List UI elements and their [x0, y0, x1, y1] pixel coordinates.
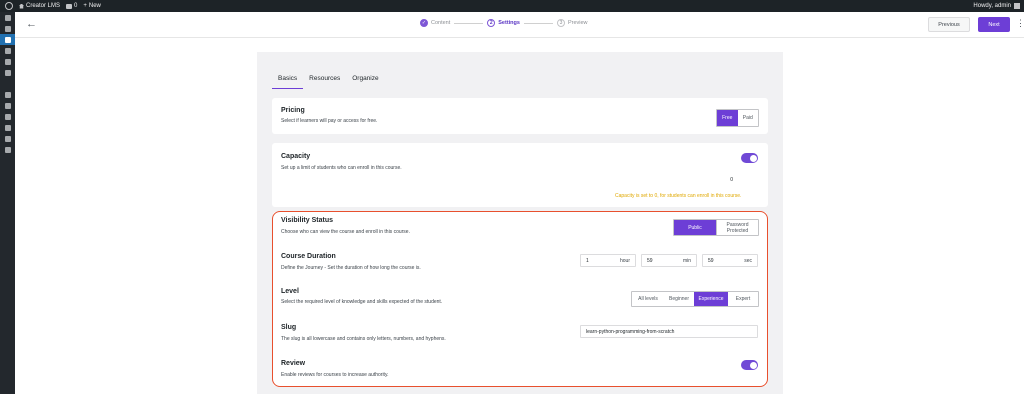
capacity-switch[interactable]	[741, 153, 758, 163]
menu-posts-icon[interactable]	[0, 23, 15, 34]
pricing-card	[272, 98, 768, 134]
visibility-description: Choose who can view the course and enrol…	[281, 229, 410, 235]
duration-seconds-input[interactable]: 59 sec	[702, 254, 758, 267]
plus-icon: +	[83, 3, 87, 9]
level-option-expert[interactable]: Expert	[728, 292, 758, 306]
account-menu[interactable]: Howdy, admin	[973, 3, 1020, 9]
step-connector	[454, 22, 484, 24]
previous-button[interactable]: Previous	[928, 17, 970, 32]
capacity-description: Set up a limit of students who can enrol…	[281, 165, 402, 171]
new-content-link[interactable]: + New	[83, 3, 101, 9]
review-switch[interactable]	[741, 360, 758, 370]
menu-courses-icon[interactable]	[0, 34, 15, 45]
pricing-toggle: Free Paid	[716, 109, 759, 127]
visibility-toggle: Public Password Protected	[673, 219, 759, 236]
level-option-all-levels[interactable]: All levels	[632, 292, 664, 306]
visibility-option-public[interactable]: Public	[674, 220, 716, 235]
step-settings[interactable]: 2 Settings	[487, 19, 520, 27]
back-arrow-icon[interactable]: ←	[26, 18, 37, 30]
avatar	[1014, 3, 1020, 9]
slug-description: The slug is all lowercase and contains o…	[281, 336, 446, 342]
duration-minutes-input[interactable]: 59 min	[641, 254, 697, 267]
review-title: Review	[281, 360, 306, 367]
tab-basics[interactable]: Basics	[272, 73, 304, 89]
wordpress-logo-icon[interactable]	[5, 2, 13, 10]
level-title: Level	[281, 288, 299, 295]
visibility-title: Visibility Status	[281, 217, 333, 224]
slug-input[interactable]: learn-python-programming-from-scratch	[580, 325, 758, 338]
next-button[interactable]: Next	[978, 17, 1010, 32]
step-preview[interactable]: 3 Preview	[556, 19, 588, 27]
duration-description: Define the Journey - Set the duration of…	[281, 265, 421, 271]
step-number: 3	[556, 19, 565, 27]
pricing-description: Select if learners will pay or access fo…	[281, 118, 378, 124]
level-option-beginner[interactable]: Beginner	[664, 292, 694, 306]
stepper: ✓ Content 2 Settings 3 Preview	[420, 19, 588, 27]
step-content[interactable]: ✓ Content	[420, 19, 450, 27]
tab-resources[interactable]: Resources	[303, 73, 346, 89]
review-description: Enable reviews for courses to increase a…	[281, 372, 389, 378]
tab-organize[interactable]: Organize	[346, 73, 384, 89]
comments-link[interactable]: 0	[66, 3, 77, 9]
capacity-title: Capacity	[281, 153, 311, 160]
step-number: 2	[487, 19, 496, 27]
admin-bar: Creator LMS 0 + New Howdy, admin	[0, 0, 1024, 12]
menu-collapse-icon[interactable]	[0, 144, 15, 155]
pricing-option-free[interactable]: Free	[717, 110, 738, 126]
menu-comments-icon[interactable]	[0, 67, 15, 78]
menu-media-icon[interactable]	[0, 45, 15, 56]
admin-sidebar	[0, 12, 15, 394]
slug-title: Slug	[281, 324, 297, 331]
site-name-link[interactable]: Creator LMS	[19, 3, 60, 9]
course-builder-header: ← ✓ Content 2 Settings 3 Preview Previous N…	[15, 12, 1024, 38]
duration-hours-input[interactable]: 1 hour	[580, 254, 636, 267]
menu-appearance-icon[interactable]	[0, 89, 15, 100]
settings-tabs: Basics Resources Organize	[272, 73, 385, 89]
menu-dashboard-icon[interactable]	[0, 12, 15, 23]
level-selector: All levels Beginner Experience Expert	[631, 291, 759, 307]
menu-plugins-icon[interactable]	[0, 100, 15, 111]
menu-spacer	[0, 78, 15, 89]
step-connector	[523, 22, 553, 24]
comment-icon	[66, 3, 73, 9]
menu-settings-icon[interactable]	[0, 133, 15, 144]
pricing-option-paid[interactable]: Paid	[738, 110, 759, 126]
menu-pages-icon[interactable]	[0, 56, 15, 67]
level-description: Select the required level of knowledge a…	[281, 299, 443, 305]
capacity-input[interactable]: 0	[612, 173, 758, 186]
check-icon: ✓	[420, 19, 428, 27]
more-options-icon[interactable]: ⋮	[1016, 17, 1024, 29]
level-option-experience[interactable]: Experience	[694, 292, 728, 306]
capacity-warning: Capacity is set to 0, for students can e…	[615, 193, 742, 199]
menu-users-icon[interactable]	[0, 111, 15, 122]
pricing-title: Pricing	[281, 107, 305, 114]
duration-title: Course Duration	[281, 253, 336, 260]
home-icon	[19, 3, 24, 9]
visibility-option-password[interactable]: Password Protected	[716, 220, 758, 235]
menu-tools-icon[interactable]	[0, 122, 15, 133]
